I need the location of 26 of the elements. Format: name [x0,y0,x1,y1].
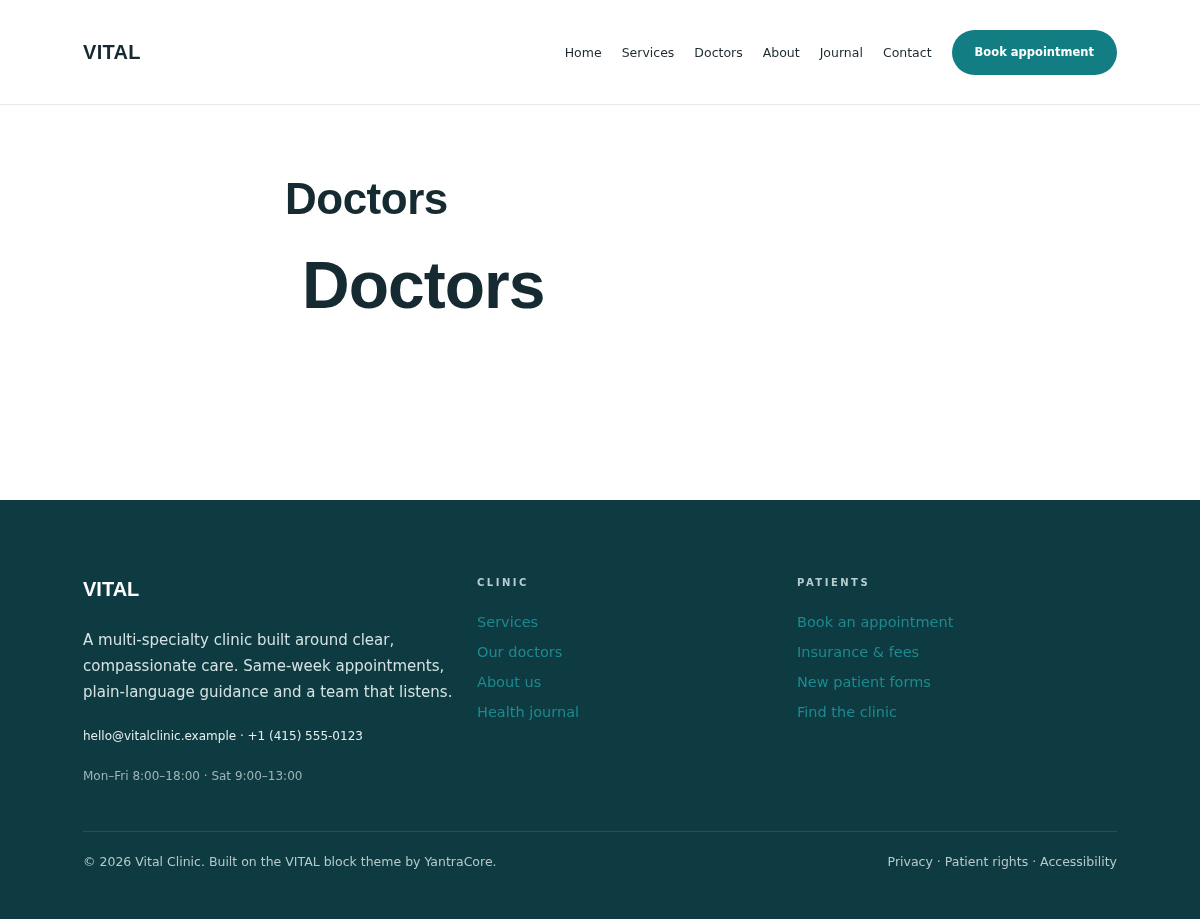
site-logo[interactable]: VITAL [83,40,141,64]
footer-column-title: PATIENTS [797,577,872,588]
footer-link[interactable]: Insurance & fees [797,644,1117,674]
footer-link[interactable]: About us [477,674,797,704]
footer-logo: VITAL [83,578,141,601]
book-appointment-button[interactable]: Book appointment [951,29,1117,75]
nav-link[interactable]: Home [564,44,602,60]
footer-column-title: CLINIC [477,577,530,588]
page-title: Doctors [285,175,449,224]
opening-hours: Mon–Fri 8:00–18:00 · Sat 9:00–13:00 [83,769,304,783]
footer-description: A multi-specialty clinic built around clear, compassionate care. Same-week appointments, plain-language guidance and a team that listens. [83,630,454,703]
nav-link[interactable]: Services [621,44,675,60]
footer-link[interactable]: New patient forms [797,674,1117,704]
contact-info: hello@vitalclinic.example · +1 (415) 555-0123 [83,729,364,743]
copyright-text: © 2026 Vital Clinic. Built on the VITAL block theme by YantraCore. [83,854,497,869]
nav-link[interactable]: Journal [819,44,863,60]
footer-link[interactable]: Health journal [477,704,797,734]
footer-link[interactable]: Our doctors [477,644,797,674]
nav-link[interactable]: About [762,44,800,60]
nav-link[interactable]: Doctors [694,44,743,60]
footer-link[interactable]: Book an appointment [797,614,1117,644]
footer-link[interactable]: Services [477,614,797,644]
nav-link[interactable]: Contact [882,44,932,60]
legal-links[interactable]: Privacy · Patient rights · Accessibility [887,854,1117,869]
page-heading: Doctors [302,249,546,322]
footer-link[interactable]: Find the clinic [797,704,1117,734]
